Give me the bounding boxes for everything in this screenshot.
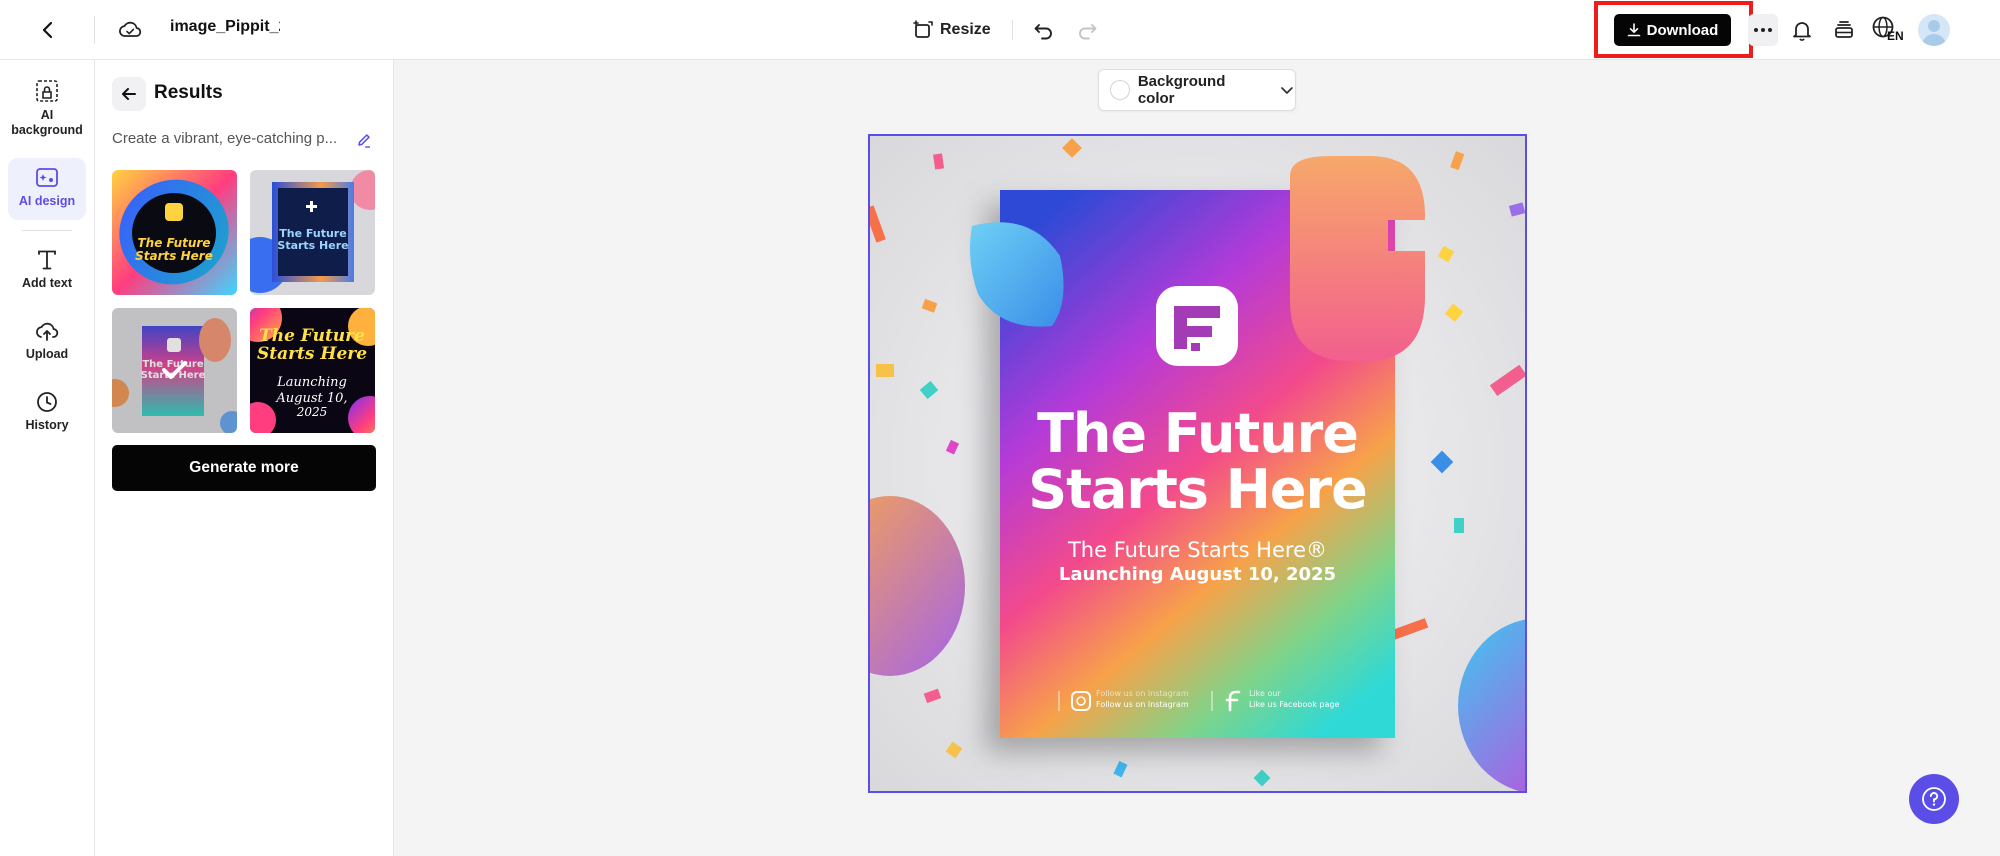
poster-instagram-text: Follow us on Instagram Follow us on Inst… — [1096, 688, 1206, 710]
upload-cloud-icon — [36, 322, 59, 341]
thumb-4-title-line2: Starts Here — [257, 344, 367, 364]
poster-instagram-line1: Follow us on Instagram — [1096, 689, 1189, 698]
poster-instagram-line2: Follow us on Instagram — [1096, 700, 1189, 709]
undo-icon[interactable] — [1024, 10, 1064, 50]
poster-date: Launching August 10, 2025 — [1058, 564, 1337, 585]
background-color-label: Background color — [1137, 73, 1226, 107]
resize-label: Resize — [940, 21, 991, 38]
chevron-down-icon — [1281, 87, 1293, 94]
thumb-1-title-line1: The Future — [138, 236, 211, 250]
color-swatch — [1110, 80, 1130, 100]
rail-item-add-text[interactable]: Add text — [8, 244, 86, 302]
back-arrow-icon[interactable] — [28, 10, 68, 50]
rail-item-label: AI design — [18, 194, 76, 208]
prompt-text: Create a vibrant, eye-catching p... — [112, 130, 338, 147]
redo-icon[interactable] — [1067, 10, 1107, 50]
resize-icon — [913, 20, 933, 38]
panel-back-button[interactable] — [112, 77, 146, 111]
avatar[interactable] — [1918, 14, 1950, 46]
generate-more-button[interactable]: Generate more — [112, 445, 376, 491]
text-icon — [38, 250, 56, 270]
thumb-4-subtitle-line2: August 10, — [275, 391, 347, 406]
ai-design-icon — [36, 168, 58, 187]
poster-facebook-text: Like our Like us Facebook page — [1249, 688, 1369, 710]
resize-button[interactable]: Resize — [912, 14, 991, 46]
rail-item-ai-design[interactable]: AI design — [8, 158, 86, 220]
result-thumbnail-4[interactable]: The Future Starts Here Launching August … — [250, 308, 375, 433]
result-thumbnail-3[interactable]: The Future Starts Here — [112, 308, 237, 433]
thumb-2-title-line2: Starts Here — [277, 239, 348, 252]
thumb-4-title-line1: The Future — [259, 326, 365, 346]
edit-pencil-icon[interactable] — [353, 129, 375, 151]
language-code: EN — [1887, 29, 1904, 43]
panel-title: Results — [154, 82, 223, 103]
poster-headline-line1: The Future — [1037, 402, 1359, 465]
more-options-icon[interactable] — [1748, 14, 1778, 46]
divider — [1012, 20, 1013, 40]
ai-background-icon — [36, 80, 58, 102]
top-bar: image_Pippit_2025 Resize Download EN — [0, 0, 2000, 60]
language-selector[interactable]: EN — [1872, 16, 1906, 46]
design-canvas[interactable]: The Future Starts Here The Future Starts… — [868, 134, 1527, 793]
tool-rail: AI background AI design Add text Upload … — [0, 60, 95, 856]
rail-item-label: History — [25, 418, 69, 432]
help-icon[interactable] — [1909, 774, 1959, 824]
clock-icon — [37, 392, 57, 412]
arrow-left-icon — [122, 88, 136, 100]
rail-item-upload[interactable]: Upload — [8, 315, 86, 373]
poster-tagline: The Future Starts Here® — [1067, 538, 1327, 562]
poster-facebook-line2: Like us Facebook page — [1249, 700, 1340, 709]
background-color-button[interactable]: Background color — [1098, 69, 1296, 111]
download-label: Download — [1646, 21, 1719, 39]
thumb-4-subtitle-line3: 2025 — [296, 405, 328, 419]
rail-item-label: AI background — [11, 108, 83, 137]
divider — [94, 16, 95, 44]
file-name[interactable]: image_Pippit_2025 — [170, 18, 280, 36]
result-thumbnail-2[interactable]: The Future Starts Here — [250, 170, 375, 295]
rail-item-history[interactable]: History — [8, 386, 86, 444]
results-panel: Results Create a vibrant, eye-catching p… — [95, 60, 394, 856]
cloud-save-icon[interactable] — [110, 10, 150, 50]
poster-headline-line2: Starts Here — [1028, 458, 1368, 521]
rail-item-label: Upload — [25, 347, 69, 361]
download-icon — [1627, 23, 1640, 37]
rail-item-label: Add text — [22, 276, 72, 290]
download-button[interactable]: Download — [1614, 14, 1731, 46]
rail-item-ai-background[interactable]: AI background — [8, 72, 86, 160]
divider — [22, 230, 72, 231]
decor-blob-right — [1290, 156, 1425, 361]
layers-icon[interactable] — [1824, 10, 1864, 50]
bell-icon[interactable] — [1782, 10, 1822, 50]
result-thumbnail-1[interactable]: The Future Starts Here — [112, 170, 237, 295]
thumb-4-subtitle-line1: Launching — [276, 375, 347, 390]
thumb-1-title-line2: Starts Here — [135, 249, 213, 263]
poster-facebook-line1: Like our — [1249, 689, 1281, 698]
poster-headline: The Future Starts Here — [998, 406, 1397, 518]
